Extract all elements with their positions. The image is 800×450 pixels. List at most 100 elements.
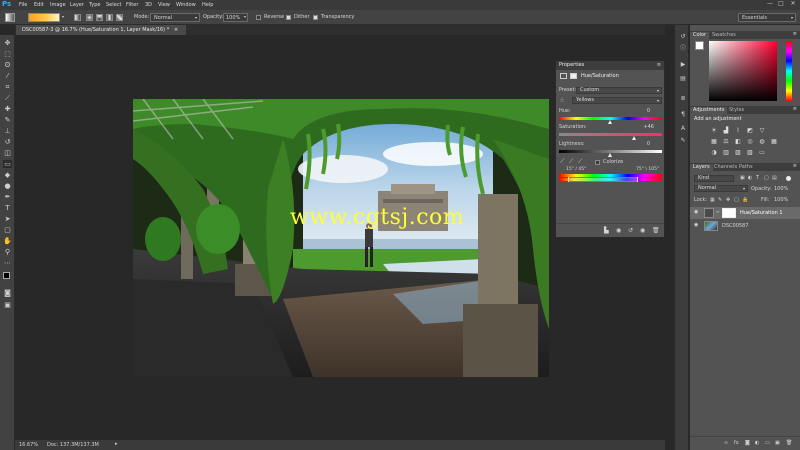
channel-select[interactable]: Yellows ▾ [572, 97, 662, 104]
libraries-icon[interactable]: ▤ [679, 75, 687, 82]
more-tools-icon[interactable]: ⋯ [3, 259, 12, 267]
healing-brush-tool-icon[interactable]: ✚ [3, 105, 12, 113]
filter-shape-icon[interactable]: ▢ [764, 176, 769, 181]
hue-value[interactable]: 0 [647, 109, 650, 114]
black-white-icon[interactable]: ◧ [734, 139, 742, 145]
menu-select[interactable]: Select [106, 2, 121, 8]
filter-smart-object-icon[interactable]: ▤ [772, 176, 777, 181]
menu-filter[interactable]: Filter [126, 2, 138, 8]
menu-window[interactable]: Window [176, 2, 196, 8]
hue-saturation-icon[interactable]: ▦ [710, 139, 718, 145]
marquee-tool-icon[interactable]: ⬚ [3, 50, 12, 58]
lock-transparent-icon[interactable]: ▦ [710, 198, 715, 203]
filter-adjustment-icon[interactable]: ◐ [748, 176, 752, 181]
panel-menu-icon[interactable]: ≡ [793, 107, 797, 112]
tab-color[interactable]: Color [690, 32, 710, 39]
curves-icon[interactable]: ⌇ [734, 128, 742, 134]
filter-pixel-icon[interactable]: ▣ [740, 176, 745, 181]
close-tab-icon[interactable]: × [174, 27, 178, 33]
gradient-picker[interactable] [28, 13, 60, 22]
fill-value[interactable]: 100% [774, 198, 788, 203]
saturation-slider-track[interactable] [559, 133, 662, 136]
chevron-down-icon[interactable]: ▾ [244, 15, 246, 19]
brightness-icon[interactable]: ☀ [710, 128, 718, 134]
move-tool-icon[interactable]: ✥ [3, 39, 12, 47]
layer-name[interactable]: Hue/Saturation 1 [740, 211, 783, 216]
zoom-level[interactable]: 16.67% [19, 443, 38, 448]
hand-tool-icon[interactable]: ✋ [3, 237, 12, 245]
reset-icon[interactable]: ↺ [628, 228, 633, 234]
gradient-tool-icon[interactable]: ▭ [3, 160, 12, 168]
transparency-checkbox[interactable] [313, 15, 318, 20]
menu-type[interactable]: Type [89, 2, 100, 8]
gradient-map-icon[interactable]: ▭ [758, 150, 766, 156]
layer-mask-thumb[interactable] [722, 208, 736, 218]
minimize-button[interactable]: — [766, 1, 774, 9]
properties-icon[interactable]: ≣ [679, 95, 687, 102]
visibility-icon[interactable]: ◉ [640, 228, 645, 234]
filter-type-icon[interactable]: T [756, 176, 759, 181]
actions-icon[interactable]: ▶ [679, 61, 687, 68]
chevron-right-icon[interactable]: ▸ [115, 442, 118, 447]
link-layers-icon[interactable]: ∞ [724, 441, 728, 446]
new-adjustment-icon[interactable]: ◐ [755, 441, 759, 446]
tab-paths[interactable]: Paths [736, 164, 756, 171]
menu-layer[interactable]: Layer [70, 2, 84, 8]
brush-tool-icon[interactable]: ✎ [3, 116, 12, 124]
mode-select[interactable]: Normal ▾ [150, 13, 200, 22]
panel-menu-icon[interactable]: ≡ [793, 164, 797, 169]
lightness-slider-thumb[interactable] [608, 153, 612, 157]
threshold-icon[interactable]: ▨ [734, 150, 742, 156]
tab-adjustments[interactable]: Adjustments [690, 107, 728, 114]
tab-swatches[interactable]: Swatches [709, 32, 739, 39]
lock-all-icon[interactable]: 🔒 [742, 198, 748, 203]
gradient-tool-icon[interactable] [5, 13, 15, 22]
saturation-slider-thumb[interactable] [631, 136, 636, 140]
add-mask-icon[interactable]: ◙ [745, 441, 750, 446]
layer-row[interactable]: ◉ ∞ Hue/Saturation 1 [690, 207, 800, 219]
blend-mode-select[interactable]: Normal ▾ [694, 185, 748, 192]
view-previous-icon[interactable]: ◉ [616, 228, 621, 234]
posterize-icon[interactable]: ▥ [722, 150, 730, 156]
saturation-value[interactable]: +46 [643, 125, 654, 130]
panel-menu-icon[interactable]: ≡ [793, 32, 797, 37]
color-range-slider[interactable] [568, 177, 638, 182]
menu-edit[interactable]: Edit [34, 2, 44, 8]
dodge-tool-icon[interactable]: ● [3, 182, 12, 190]
clip-to-layer-icon[interactable]: ▙ [604, 228, 609, 234]
eraser-tool-icon[interactable]: ◫ [3, 149, 12, 157]
colorize-checkbox[interactable] [595, 160, 600, 165]
reflected-gradient-icon[interactable] [106, 14, 113, 21]
dither-checkbox[interactable] [286, 15, 291, 20]
eyedropper-tool-icon[interactable]: ⟋ [3, 94, 12, 102]
selective-color-icon[interactable]: ▧ [746, 150, 754, 156]
character-icon[interactable]: A [679, 125, 687, 132]
document-tab[interactable]: DSC00587-3 @ 16.7% (Hue/Saturation 1, La… [16, 25, 186, 35]
layer-row[interactable]: ◉ DSC00587 [690, 220, 800, 232]
new-group-icon[interactable]: ▭ [765, 441, 770, 446]
path-select-tool-icon[interactable]: ➤ [3, 215, 12, 223]
info-icon[interactable]: ⓘ [679, 45, 687, 52]
close-window-button[interactable]: ✕ [789, 1, 797, 9]
layer-name[interactable]: DSC00587 [722, 224, 748, 229]
properties-header[interactable]: Properties ≡ [556, 61, 664, 70]
lock-position-icon[interactable]: ✥ [726, 198, 730, 203]
tab-layers[interactable]: Layers [690, 164, 713, 171]
radial-gradient-icon[interactable] [86, 14, 93, 21]
clone-stamp-tool-icon[interactable]: ⊥ [3, 127, 12, 135]
eye-icon[interactable]: ◉ [694, 223, 700, 228]
foreground-color-chip[interactable] [695, 41, 704, 50]
hue-slider-thumb[interactable] [608, 120, 612, 124]
mask-icon[interactable] [570, 73, 577, 79]
tab-styles[interactable]: Styles [726, 107, 747, 114]
hue-strip[interactable] [786, 41, 792, 101]
pen-tool-icon[interactable]: ✒ [3, 193, 12, 201]
chevron-down-icon[interactable]: ▾ [62, 15, 64, 19]
zoom-tool-icon[interactable]: ⚲ [3, 248, 12, 256]
quick-select-tool-icon[interactable]: ⁄ [3, 72, 12, 80]
vibrance-icon[interactable]: ▽ [758, 128, 766, 134]
eye-icon[interactable]: ◉ [694, 210, 700, 215]
linear-gradient-icon[interactable] [74, 14, 81, 21]
new-layer-icon[interactable]: ▣ [775, 441, 780, 446]
preset-select[interactable]: Custom ▾ [576, 87, 662, 94]
